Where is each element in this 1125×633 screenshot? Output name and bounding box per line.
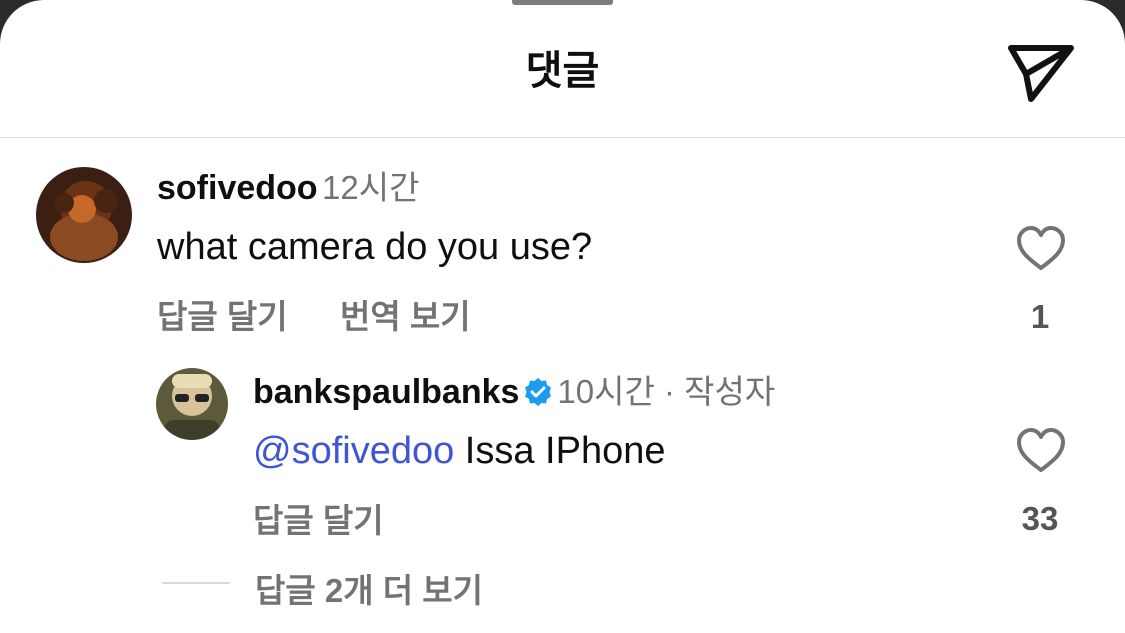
translate-button[interactable]: 번역 보기 xyxy=(340,290,471,338)
comment-username[interactable]: sofivedoo xyxy=(157,169,318,207)
page-title: 댓글 xyxy=(525,49,600,93)
comments-sheet: 댓글 sofivedoo 12시간 what camera do you use… xyxy=(0,0,1125,633)
comment-text: what camera do you use? xyxy=(157,226,593,268)
heart-icon[interactable] xyxy=(1016,226,1066,272)
like-count: 1 xyxy=(1030,298,1050,335)
like-count: 33 xyxy=(1021,500,1059,537)
send-icon[interactable] xyxy=(1003,36,1079,106)
reply-username[interactable]: bankspaulbanks xyxy=(253,373,519,411)
verified-badge-icon xyxy=(525,378,552,406)
mention-link[interactable]: @sofivedoo xyxy=(253,430,454,472)
reply-time: 10시간 xyxy=(557,373,655,410)
reply-button[interactable]: 답글 달기 xyxy=(157,290,288,338)
author-tag: · 작성자 xyxy=(654,373,776,410)
reply-body: Issa IPhone xyxy=(454,430,666,472)
reply-header: bankspaulbanks 10시간 · 작성자 xyxy=(253,372,775,419)
reply-text: @sofivedoo Issa IPhone xyxy=(253,428,666,474)
avatar[interactable] xyxy=(36,167,132,263)
reply-button[interactable]: 답글 달기 xyxy=(253,494,384,542)
comment-time: 12시간 xyxy=(322,169,420,206)
view-more-replies-button[interactable]: 답글 2개 더 보기 xyxy=(255,564,483,612)
comment-header: sofivedoo 12시간 xyxy=(157,168,419,215)
avatar[interactable] xyxy=(156,368,228,440)
more-replies-divider xyxy=(162,582,230,584)
heart-icon[interactable] xyxy=(1016,428,1066,474)
comments-header: 댓글 xyxy=(0,0,1125,138)
